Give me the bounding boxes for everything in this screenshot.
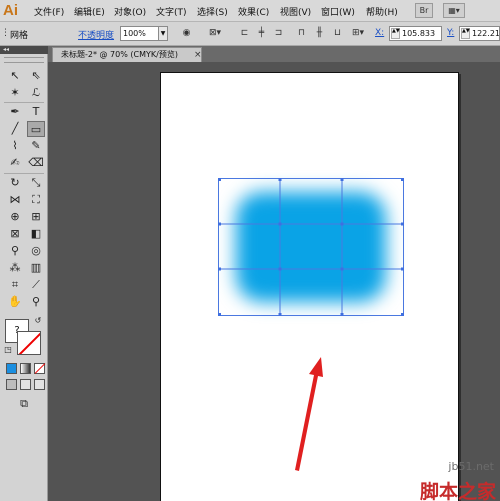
document-tab[interactable]: 未标题-2* @ 70% (CMYK/预览) × xyxy=(52,47,202,62)
watermark-brand: 脚本之家 xyxy=(419,481,496,501)
width-tool-icon[interactable]: ⋈ xyxy=(6,192,24,208)
free-transform-tool-icon[interactable]: ⛶ xyxy=(27,192,45,208)
menu-help[interactable]: 帮助(H) xyxy=(366,5,398,18)
swap-fill-stroke-icon[interactable]: ↺ xyxy=(33,316,43,326)
align-bottom-icon[interactable]: ⊔ xyxy=(331,27,344,40)
toolbox-collapse-icon[interactable]: ◂◂ xyxy=(0,46,48,54)
scale-tool-icon[interactable]: ⤡ xyxy=(27,175,45,191)
chevron-down-icon[interactable]: ▼ xyxy=(158,27,167,40)
opacity-value: 100% xyxy=(123,29,146,38)
app-logo: Ai xyxy=(3,2,18,19)
rectangle-tool-icon[interactable]: ▭ xyxy=(27,121,45,137)
blob-brush-tool-icon[interactable]: ✍ xyxy=(6,155,24,171)
selection-tool-icon[interactable]: ↖ xyxy=(6,68,24,84)
eyedropper-tool-icon[interactable]: ⚲ xyxy=(6,243,24,259)
stroke-swatch[interactable] xyxy=(17,331,41,355)
y-value: 122.21 xyxy=(472,29,500,38)
mesh-grid[interactable] xyxy=(218,178,404,316)
stepper-icon[interactable]: ▲▼ xyxy=(461,28,470,39)
paintbrush-tool-icon[interactable]: ⌇ xyxy=(6,138,24,154)
toolbox: ◂◂ ↖ ⇖ ✶ ℒ ✒ T ╱ ▭ ⌇ ✎ ✍ ⌫ ↻ ⤡ ⋈ ⛶ ⊕ ⊞ ⊠… xyxy=(0,46,48,501)
arrange-documents-button[interactable]: ▦▾ xyxy=(443,3,465,18)
pencil-tool-icon[interactable]: ✎ xyxy=(27,138,45,154)
close-icon[interactable]: × xyxy=(194,48,202,62)
selection-type-label: 网格 xyxy=(10,31,29,41)
menu-object[interactable]: 对象(O) xyxy=(114,5,146,18)
shape-builder-tool-icon[interactable]: ⊕ xyxy=(6,209,24,225)
watermark-site: jb51.net xyxy=(448,460,494,473)
artboard-tool-icon[interactable]: ⌗ xyxy=(6,277,24,293)
lasso-tool-icon[interactable]: ℒ xyxy=(27,85,45,101)
blend-tool-icon[interactable]: ◎ xyxy=(27,243,45,259)
gradient-mesh-object[interactable] xyxy=(218,178,404,316)
none-mode-icon[interactable] xyxy=(34,363,46,374)
hand-tool-icon[interactable]: ✋ xyxy=(6,294,24,310)
zoom-tool-icon[interactable]: ⚲ xyxy=(27,294,45,310)
pen-tool-icon[interactable]: ✒ xyxy=(6,104,24,120)
draw-behind-icon[interactable] xyxy=(20,379,31,390)
perspective-grid-tool-icon[interactable]: ⊞ xyxy=(27,209,45,225)
align-center-icon[interactable]: ╪ xyxy=(255,27,268,40)
bridge-button[interactable]: Br xyxy=(415,3,433,18)
menu-file[interactable]: 文件(F) xyxy=(34,5,64,18)
draw-inside-icon[interactable] xyxy=(34,379,45,390)
line-tool-icon[interactable]: ╱ xyxy=(6,121,24,137)
y-field[interactable]: ▲▼ 122.21 xyxy=(459,26,500,41)
magic-wand-tool-icon[interactable]: ✶ xyxy=(6,85,24,101)
menu-select[interactable]: 选择(S) xyxy=(197,5,228,18)
mesh-tool-icon[interactable]: ⊠ xyxy=(6,226,24,242)
symbol-sprayer-tool-icon[interactable]: ⁂ xyxy=(6,260,24,276)
color-mode-icon[interactable] xyxy=(6,363,17,374)
align-middle-icon[interactable]: ╫ xyxy=(313,27,326,40)
x-label[interactable]: X: xyxy=(375,28,384,38)
align-right-icon[interactable]: ⊐ xyxy=(272,27,285,40)
type-tool-icon[interactable]: T xyxy=(27,104,45,120)
eraser-tool-icon[interactable]: ⌫ xyxy=(27,155,45,171)
toolbox-divider xyxy=(4,173,44,174)
y-label[interactable]: Y: xyxy=(447,28,454,38)
rotate-tool-icon[interactable]: ↻ xyxy=(6,175,24,191)
annotation-arrow-icon xyxy=(295,357,323,471)
draw-normal-icon[interactable] xyxy=(6,379,17,390)
direct-selection-tool-icon[interactable]: ⇖ xyxy=(27,68,45,84)
column-graph-tool-icon[interactable]: ▥ xyxy=(27,260,45,276)
menu-view[interactable]: 视图(V) xyxy=(280,5,311,18)
gradient-mode-icon[interactable] xyxy=(20,363,31,374)
none-slash-icon xyxy=(18,332,40,354)
stepper-icon[interactable]: ▲▼ xyxy=(391,28,400,39)
control-bar: ⋮ 网格 不透明度 100% ▼ ◉ ⊠▾ ⊏ ╪ ⊐ ⊓ ╫ ⊔ ⊞▾ X: … xyxy=(0,22,500,46)
x-field[interactable]: ▲▼ 105.833 xyxy=(389,26,442,41)
watermark: jb51.net 脚本之家 xyxy=(408,460,500,501)
menu-window[interactable]: 窗口(W) xyxy=(321,5,355,18)
transform-icon[interactable]: ⊠▾ xyxy=(205,27,225,40)
style-icon[interactable]: ◉ xyxy=(180,27,193,40)
menu-effect[interactable]: 效果(C) xyxy=(238,5,269,18)
panel-grip-icon: ⋮ xyxy=(1,28,10,38)
screen-mode-icon[interactable]: ⧉ xyxy=(15,396,33,412)
toolbox-divider xyxy=(4,102,44,103)
document-tab-bar: 未标题-2* @ 70% (CMYK/预览) × xyxy=(48,46,500,62)
opacity-link[interactable]: 不透明度 xyxy=(78,28,114,41)
x-value: 105.833 xyxy=(402,29,436,38)
toolbox-header[interactable] xyxy=(4,57,44,63)
align-left-icon[interactable]: ⊏ xyxy=(238,27,251,40)
menu-edit[interactable]: 编辑(E) xyxy=(74,5,105,18)
menu-bar: Ai 文件(F) 编辑(E) 对象(O) 文字(T) 选择(S) 效果(C) 视… xyxy=(0,0,500,22)
default-fill-stroke-icon[interactable]: ◳ xyxy=(3,345,13,355)
distribute-icon[interactable]: ⊞▾ xyxy=(350,27,366,40)
document-tab-title: 未标题-2* @ 70% (CMYK/预览) xyxy=(61,50,178,59)
slice-tool-icon[interactable]: ⟋ xyxy=(27,277,45,293)
menu-type[interactable]: 文字(T) xyxy=(156,5,187,18)
align-top-icon[interactable]: ⊓ xyxy=(295,27,308,40)
opacity-field[interactable]: 100% ▼ xyxy=(120,26,168,41)
gradient-tool-icon[interactable]: ◧ xyxy=(27,226,45,242)
